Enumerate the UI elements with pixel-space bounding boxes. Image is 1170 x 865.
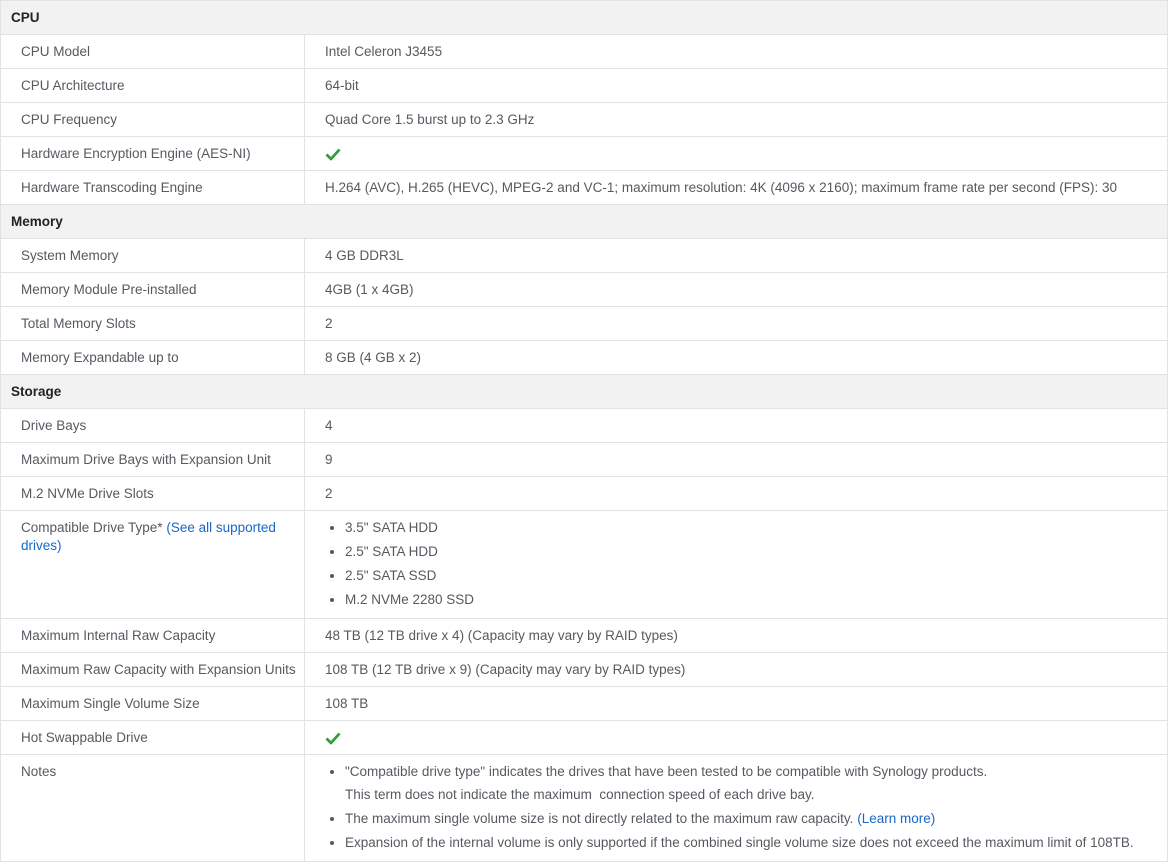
spec-row-cpu-model: CPU Model Intel Celeron J3455: [0, 34, 1168, 69]
spec-label: Drive Bays: [0, 408, 305, 443]
section-title: Memory: [0, 204, 1168, 239]
list-item: 2.5" SATA SSD: [345, 567, 1167, 585]
spec-label: Memory Expandable up to: [0, 340, 305, 375]
spec-row-max-drive-bays: Maximum Drive Bays with Expansion Unit 9: [0, 442, 1168, 477]
spec-row-aes-ni: Hardware Encryption Engine (AES-NI): [0, 136, 1168, 171]
check-icon: [325, 733, 341, 745]
spec-value: "Compatible drive type" indicates the dr…: [304, 754, 1168, 862]
spec-value: [304, 720, 1168, 755]
spec-row-drive-bays: Drive Bays 4: [0, 408, 1168, 443]
section-header-cpu: CPU: [0, 0, 1168, 35]
spec-value: 2: [304, 306, 1168, 341]
spec-label: Hardware Encryption Engine (AES-NI): [0, 136, 305, 171]
spec-label: Maximum Drive Bays with Expansion Unit: [0, 442, 305, 477]
spec-value: 3.5" SATA HDD 2.5" SATA HDD 2.5" SATA SS…: [304, 510, 1168, 619]
spec-row-hot-swappable: Hot Swappable Drive: [0, 720, 1168, 755]
note-line: "Compatible drive type" indicates the dr…: [345, 764, 988, 779]
spec-row-notes: Notes "Compatible drive type" indicates …: [0, 754, 1168, 862]
spec-label: Maximum Single Volume Size: [0, 686, 305, 721]
spec-value: 64-bit: [304, 68, 1168, 103]
list-item: The maximum single volume size is not di…: [345, 810, 1167, 828]
spec-row-cpu-frequency: CPU Frequency Quad Core 1.5 burst up to …: [0, 102, 1168, 137]
list-item: M.2 NVMe 2280 SSD: [345, 591, 1167, 609]
drive-type-list: 3.5" SATA HDD 2.5" SATA HDD 2.5" SATA SS…: [325, 519, 1167, 609]
spec-value: 4: [304, 408, 1168, 443]
spec-row-memory-preinstalled: Memory Module Pre-installed 4GB (1 x 4GB…: [0, 272, 1168, 307]
spec-label: Notes: [0, 754, 305, 862]
spec-row-m2-slots: M.2 NVMe Drive Slots 2: [0, 476, 1168, 511]
check-icon: [325, 149, 341, 161]
spec-value: 108 TB: [304, 686, 1168, 721]
list-item: 2.5" SATA HDD: [345, 543, 1167, 561]
spec-value: 9: [304, 442, 1168, 477]
spec-row-memory-expandable: Memory Expandable up to 8 GB (4 GB x 2): [0, 340, 1168, 375]
note-line: This term does not indicate the maximum …: [345, 787, 815, 802]
spec-value: 8 GB (4 GB x 2): [304, 340, 1168, 375]
spec-value: Quad Core 1.5 burst up to 2.3 GHz: [304, 102, 1168, 137]
section-header-memory: Memory: [0, 204, 1168, 239]
spec-table: CPU CPU Model Intel Celeron J3455 CPU Ar…: [0, 0, 1168, 862]
spec-label: CPU Frequency: [0, 102, 305, 137]
spec-row-system-memory: System Memory 4 GB DDR3L: [0, 238, 1168, 273]
spec-value: H.264 (AVC), H.265 (HEVC), MPEG-2 and VC…: [304, 170, 1168, 205]
spec-label: System Memory: [0, 238, 305, 273]
spec-value: Intel Celeron J3455: [304, 34, 1168, 69]
spec-label: Hot Swappable Drive: [0, 720, 305, 755]
note-text: The maximum single volume size is not di…: [345, 811, 854, 826]
spec-row-max-volume-size: Maximum Single Volume Size 108 TB: [0, 686, 1168, 721]
spec-label: Maximum Raw Capacity with Expansion Unit…: [0, 652, 305, 687]
spec-label-text: Compatible Drive Type*: [21, 520, 163, 535]
spec-label: Memory Module Pre-installed: [0, 272, 305, 307]
spec-label: M.2 NVMe Drive Slots: [0, 476, 305, 511]
spec-row-cpu-architecture: CPU Architecture 64-bit: [0, 68, 1168, 103]
spec-label: Compatible Drive Type* (See all supporte…: [0, 510, 305, 619]
spec-label: Maximum Internal Raw Capacity: [0, 618, 305, 653]
section-title: Storage: [0, 374, 1168, 409]
learn-more-link[interactable]: (Learn more): [857, 811, 935, 826]
spec-value: 4GB (1 x 4GB): [304, 272, 1168, 307]
spec-value: 4 GB DDR3L: [304, 238, 1168, 273]
spec-value: 108 TB (12 TB drive x 9) (Capacity may v…: [304, 652, 1168, 687]
spec-value: 48 TB (12 TB drive x 4) (Capacity may va…: [304, 618, 1168, 653]
section-header-storage: Storage: [0, 374, 1168, 409]
spec-row-transcoding: Hardware Transcoding Engine H.264 (AVC),…: [0, 170, 1168, 205]
spec-row-max-raw-capacity-expansion: Maximum Raw Capacity with Expansion Unit…: [0, 652, 1168, 687]
list-item: "Compatible drive type" indicates the dr…: [345, 763, 1167, 804]
spec-label: CPU Architecture: [0, 68, 305, 103]
section-title: CPU: [0, 0, 1168, 35]
spec-label: Total Memory Slots: [0, 306, 305, 341]
list-item: Expansion of the internal volume is only…: [345, 834, 1167, 852]
spec-value: 2: [304, 476, 1168, 511]
spec-value: [304, 136, 1168, 171]
spec-row-memory-slots: Total Memory Slots 2: [0, 306, 1168, 341]
notes-list: "Compatible drive type" indicates the dr…: [325, 763, 1167, 852]
spec-row-compatible-drive-type: Compatible Drive Type* (See all supporte…: [0, 510, 1168, 619]
list-item: 3.5" SATA HDD: [345, 519, 1167, 537]
spec-row-max-internal-capacity: Maximum Internal Raw Capacity 48 TB (12 …: [0, 618, 1168, 653]
spec-label: Hardware Transcoding Engine: [0, 170, 305, 205]
spec-label: CPU Model: [0, 34, 305, 69]
